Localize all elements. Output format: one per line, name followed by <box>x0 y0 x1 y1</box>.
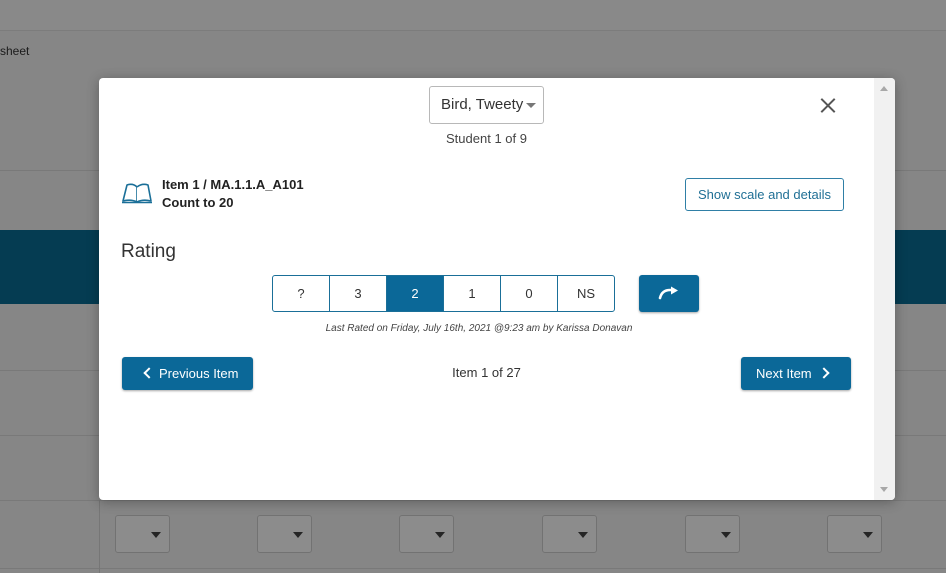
student-select-value: Bird, Tweety <box>441 96 524 113</box>
rating-option-unknown[interactable]: ? <box>272 275 330 312</box>
scroll-up-arrow-icon[interactable] <box>880 86 888 91</box>
chevron-down-icon <box>526 103 536 108</box>
redo-button[interactable] <box>639 275 699 312</box>
redo-arrow-icon <box>658 286 678 300</box>
rating-option-3[interactable]: 3 <box>329 275 387 312</box>
modal-scrollbar[interactable] <box>874 78 895 500</box>
rating-title: Rating <box>121 241 176 262</box>
rating-button-group: ? 3 2 1 0 NS <box>272 275 615 312</box>
open-book-icon <box>122 183 152 204</box>
item-description: Count to 20 <box>162 195 234 210</box>
previous-item-button[interactable]: Previous Item <box>122 357 253 390</box>
student-select[interactable]: Bird, Tweety <box>429 86 544 124</box>
item-code: Item 1 / MA.1.1.A_A101 <box>162 177 304 192</box>
rating-option-1[interactable]: 1 <box>443 275 501 312</box>
chevron-left-icon <box>143 367 155 379</box>
close-icon[interactable] <box>817 95 839 117</box>
rating-option-ns[interactable]: NS <box>557 275 615 312</box>
scroll-down-arrow-icon[interactable] <box>880 487 888 492</box>
student-counter: Student 1 of 9 <box>446 131 527 146</box>
last-rated-text: Last Rated on Friday, July 16th, 2021 @9… <box>325 323 633 334</box>
next-item-button[interactable]: Next Item <box>741 357 851 390</box>
rating-option-2[interactable]: 2 <box>386 275 444 312</box>
item-counter: Item 1 of 27 <box>452 365 521 380</box>
rating-option-0[interactable]: 0 <box>500 275 558 312</box>
show-scale-button[interactable]: Show scale and details <box>685 178 844 211</box>
chevron-right-icon <box>818 367 830 379</box>
rating-modal: Bird, Tweety Student 1 of 9 Item 1 / MA.… <box>99 78 895 500</box>
previous-item-label: Previous Item <box>159 366 239 381</box>
next-item-label: Next Item <box>756 366 812 381</box>
